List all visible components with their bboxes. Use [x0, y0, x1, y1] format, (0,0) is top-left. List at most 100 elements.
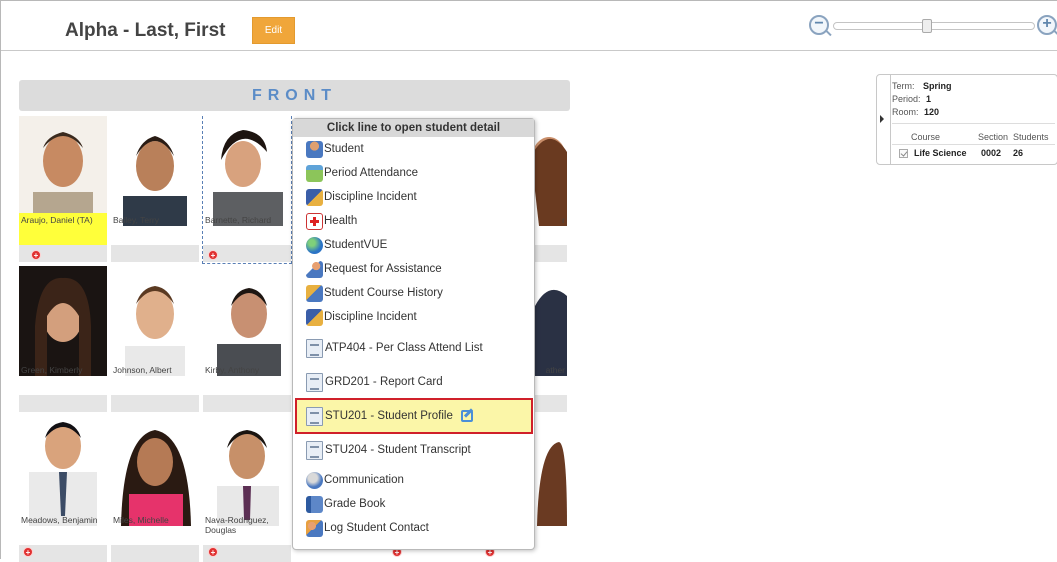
menu-item-label: Discipline Incident: [324, 311, 417, 323]
communication-icon: [306, 471, 323, 489]
room-value: 120: [924, 107, 940, 117]
expand-arrow-icon[interactable]: [880, 115, 884, 123]
menu-item-log-contact[interactable]: Log Student Contact: [306, 518, 429, 538]
col-course-header: Course: [911, 132, 941, 142]
term-label: Term:: [892, 81, 915, 91]
student-name[interactable]: Araujo, Daniel (TA): [19, 213, 107, 245]
menu-item-label: Grade Book: [324, 498, 386, 510]
edit-button[interactable]: Edit: [252, 17, 295, 44]
student-name[interactable]: Barnette, Richard: [203, 213, 291, 245]
menu-item-label: StudentVUE: [324, 239, 388, 251]
menu-item-label: Student Course History: [324, 287, 443, 299]
student-name[interactable]: Green, Kimberly: [19, 363, 107, 395]
menu-item-grd201[interactable]: GRD201 - Report Card: [306, 372, 443, 392]
student-photo[interactable]: [203, 116, 291, 226]
section-value: 0002: [981, 148, 1001, 158]
menu-item-health[interactable]: Health: [306, 211, 357, 231]
student-name[interactable]: Miles, Michelle: [111, 513, 199, 545]
term-value: Spring: [923, 81, 952, 91]
menu-item-label: Student: [324, 143, 364, 155]
calendar-icon: [306, 164, 323, 182]
health-alert-icon[interactable]: +: [31, 250, 41, 260]
menu-item-atp404[interactable]: ATP404 - Per Class Attend List: [306, 338, 483, 358]
students-count-value: 26: [1013, 148, 1024, 158]
menu-item-stu204[interactable]: STU204 - Student Transcript: [306, 440, 471, 460]
course-name: Life Science: [914, 148, 967, 158]
period-label: Period:: [892, 94, 921, 104]
student-name[interactable]: Bailey, Terry: [111, 213, 199, 245]
student-name[interactable]: Meadows, Benjamin: [19, 513, 107, 545]
menu-item-request-assistance[interactable]: Request for Assistance: [306, 259, 442, 279]
student-photo[interactable]: [19, 416, 107, 526]
menu-item-communication[interactable]: Communication: [306, 470, 404, 490]
menu-item-label: Request for Assistance: [324, 263, 442, 275]
divider: [892, 144, 1055, 145]
student-photo[interactable]: [19, 116, 107, 226]
zoom-slider-track[interactable]: [833, 19, 1035, 33]
seat-bar: [203, 395, 291, 412]
menu-item-label: Period Attendance: [324, 167, 418, 179]
book-icon: [306, 308, 323, 326]
menu-item-grade-book[interactable]: Grade Book: [306, 494, 385, 514]
menu-item-label: STU204 - Student Transcript: [325, 444, 471, 456]
globe-icon: [306, 236, 323, 254]
app-window: Alpha - Last, First Edit − + FRONT Arauj…: [0, 0, 1057, 562]
student-name[interactable]: Kirby, Anthony: [203, 363, 291, 395]
zoom-out-icon[interactable]: −: [809, 15, 829, 35]
report-icon: [306, 372, 323, 392]
room-row: Room: 120: [892, 107, 939, 117]
menu-item-discipline-incident[interactable]: Discipline Incident: [306, 187, 417, 207]
header-bar: Alpha - Last, First Edit − +: [1, 1, 1057, 51]
gradebook-icon: [306, 495, 323, 513]
class-info-panel: Term: Spring Period: 1 Room: 120 Course …: [876, 74, 1057, 165]
report-icon: [306, 406, 323, 426]
student-photo[interactable]: [203, 266, 291, 376]
menu-item-label: ATP404 - Per Class Attend List: [325, 342, 483, 354]
health-alert-icon[interactable]: +: [23, 547, 33, 557]
divider: [892, 123, 1055, 124]
report-icon: [306, 440, 323, 460]
seat-bar: [111, 245, 199, 262]
zoom-slider-thumb[interactable]: [922, 19, 932, 33]
student-photo[interactable]: [111, 266, 199, 376]
course-history-icon: [306, 284, 323, 302]
student-icon: [306, 140, 323, 158]
menu-item-studentvue[interactable]: StudentVUE: [306, 235, 387, 255]
period-value: 1: [926, 94, 932, 104]
menu-item-period-attendance[interactable]: Period Attendance: [306, 163, 418, 183]
edit-icon[interactable]: [460, 410, 473, 422]
menu-item-student[interactable]: Student: [306, 139, 364, 159]
zoom-in-icon[interactable]: +: [1037, 15, 1057, 35]
student-photo[interactable]: [19, 266, 107, 376]
student-context-menu: Click line to open student detail Studen…: [292, 118, 535, 550]
menu-item-stu201[interactable]: STU201 - Student Profile: [306, 406, 473, 426]
col-students-header: Students: [1013, 132, 1049, 142]
panel-divider: [890, 75, 891, 165]
student-name[interactable]: Nava-Rodriguez, Douglas: [203, 513, 291, 545]
student-photo[interactable]: [111, 416, 199, 526]
report-icon: [306, 338, 323, 358]
menu-item-course-history[interactable]: Student Course History: [306, 283, 443, 303]
health-cross-icon: [306, 212, 323, 230]
menu-item-label: Communication: [324, 474, 404, 486]
seat-bar: [111, 545, 199, 562]
page-title: Alpha - Last, First: [65, 20, 226, 41]
seat-bar: [19, 395, 107, 412]
col-section-header: Section: [978, 132, 1009, 142]
health-alert-icon[interactable]: +: [208, 250, 218, 260]
menu-item-label: GRD201 - Report Card: [325, 376, 443, 388]
student-photo[interactable]: [111, 116, 199, 226]
menu-item-label: Discipline Incident: [324, 191, 417, 203]
course-checkbox[interactable]: [899, 149, 908, 159]
course-row[interactable]: Life Science: [899, 148, 967, 159]
assistance-icon: [306, 260, 323, 278]
student-name[interactable]: Johnson, Albert: [111, 363, 199, 395]
health-alert-icon[interactable]: +: [208, 547, 218, 557]
menu-item-label: Log Student Contact: [324, 522, 429, 534]
menu-item-label: STU201 - Student Profile: [325, 410, 453, 422]
room-front-label: FRONT: [19, 80, 570, 111]
seat-bar: [111, 395, 199, 412]
menu-item-discipline-incident-2[interactable]: Discipline Incident: [306, 307, 417, 327]
student-photo[interactable]: [203, 416, 291, 526]
context-menu-header: Click line to open student detail: [293, 119, 534, 137]
